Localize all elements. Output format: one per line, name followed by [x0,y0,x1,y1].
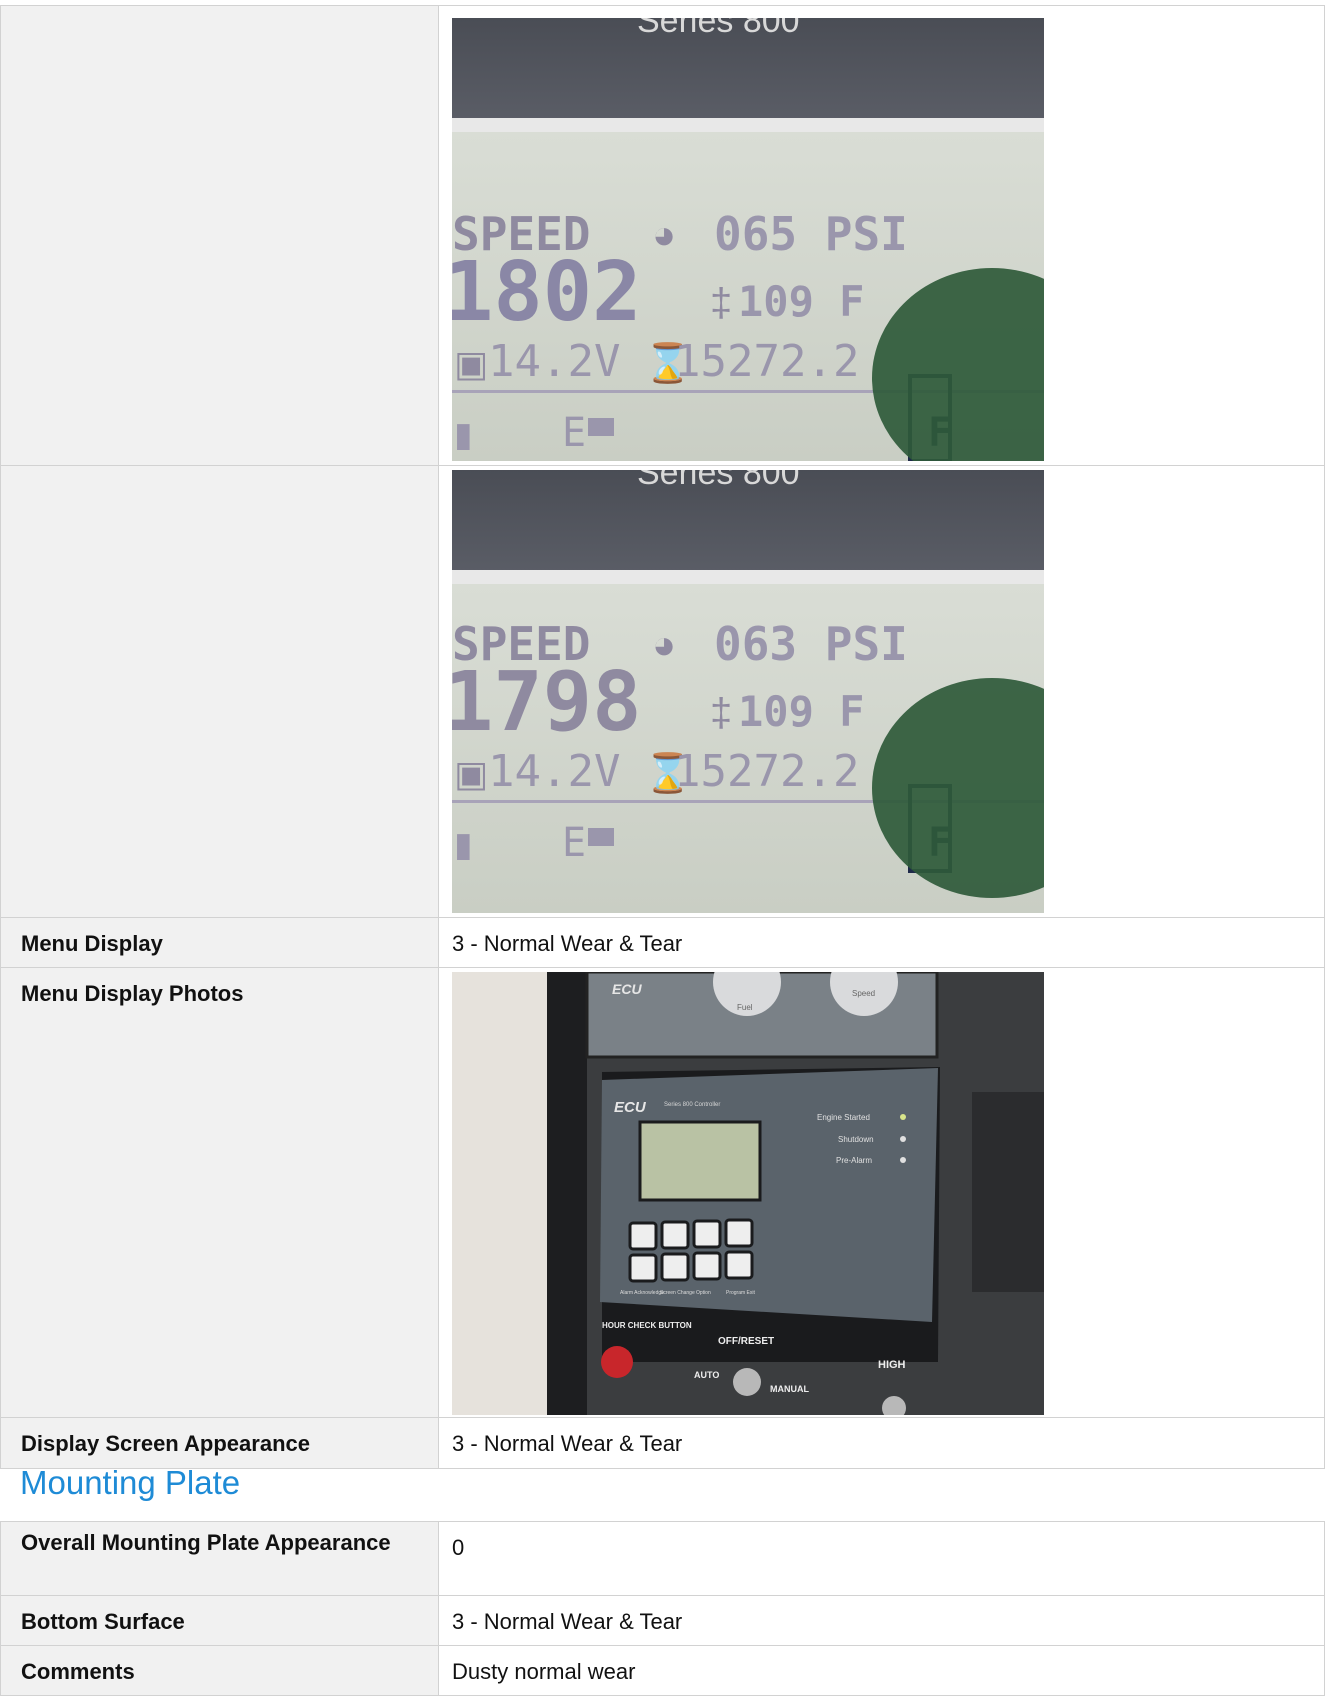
table-row: Overall Mounting Plate Appearance 0 [0,1521,1325,1596]
switch-auto: AUTO [694,1370,719,1380]
led-engine-started: Engine Started [817,1113,870,1122]
gauge-speed-label: Speed [852,989,875,998]
oil-can-icon: ◕ [652,213,676,257]
lcd-temperature: 109 F [738,277,864,326]
lcd-voltage: 14.2V [488,336,620,387]
table-row: Menu Display 3 - Normal Wear & Tear [0,917,1325,968]
controller-table: Series 800 SPEED ◕ 065 PSI 1802 ‡ 109 F … [0,5,1325,1469]
display-screen-appearance-value: 3 - Normal Wear & Tear [452,1431,683,1456]
lcd-speed-value: 1798 [452,655,641,750]
row-value-cell: 0 [438,1521,1325,1596]
panel-subtitle: Series 800 Controller [664,1102,720,1108]
lcd-oil-pressure: 065 PSI [714,207,908,261]
table-row: Menu Display Photos ECU Fuel Speed ECU S… [0,967,1325,1418]
mounting-appearance-value: 0 [452,1535,465,1560]
row-value-cell: Dusty normal wear [438,1645,1325,1696]
led-pre-alarm: Pre-Alarm [836,1156,872,1165]
btn-label-screen: Screen Change [660,1290,695,1296]
controller-panel-photo[interactable]: ECU Fuel Speed ECU Series 800 Controller… [452,972,1044,1415]
battery-icon: ▣ [454,753,488,794]
switch-off-reset: OFF/RESET [718,1336,774,1347]
row-label-cell: Display Screen Appearance [0,1417,439,1469]
high-label: HIGH [878,1359,906,1371]
lcd-oil-pressure: 063 PSI [714,617,908,671]
row-label-cell [0,5,439,466]
row-label-cell: Menu Display [0,917,439,968]
mode-toggle-switch [733,1368,761,1396]
row-label-cell: Menu Display Photos [0,967,439,1418]
switch-manual: MANUAL [770,1384,809,1394]
row-label-cell: Comments [0,1645,439,1696]
row-value-cell: Series 800 SPEED ◕ 063 PSI 1798 ‡ 109 F … [438,465,1325,918]
row-value-cell: 3 - Normal Wear & Tear [438,1595,1325,1646]
lcd-fuel-e: E [562,410,586,456]
comments-label: Comments [21,1659,135,1684]
fuel-pump-icon: ▮ [454,826,473,864]
row-value-cell: ECU Fuel Speed ECU Series 800 Controller… [438,967,1325,1418]
led-shutdown: Shutdown [838,1135,874,1144]
lcd-photo-2[interactable]: Series 800 SPEED ◕ 063 PSI 1798 ‡ 109 F … [452,470,1044,913]
btn-label-option: Option [696,1290,711,1296]
table-row: Bottom Surface 3 - Normal Wear & Tear [0,1595,1325,1646]
gauge-brand: ECU [612,981,642,997]
hour-check-label: HOUR CHECK BUTTON [602,1321,692,1330]
lcd-hours: 15272.2 [674,336,859,387]
menu-display-label: Menu Display [21,931,163,956]
section-title-mounting-plate: Mounting Plate [20,1464,241,1501]
lcd-temperature: 109 F [738,687,864,736]
row-label-cell: Overall Mounting Plate Appearance [0,1521,439,1596]
mounting-plate-table: Overall Mounting Plate Appearance 0 Bott… [0,1521,1325,1696]
mounting-appearance-label: Overall Mounting Plate Appearance [21,1530,391,1555]
table-row: Series 800 SPEED ◕ 063 PSI 1798 ‡ 109 F … [0,465,1325,918]
row-value-cell: 3 - Normal Wear & Tear [438,1417,1325,1469]
menu-display-photos-label: Menu Display Photos [21,981,244,1006]
row-label [21,466,422,480]
btn-label-alarm: Alarm Acknowledge [620,1290,664,1296]
comments-value: Dusty normal wear [452,1659,636,1684]
inspection-report-page: Series 800 SPEED ◕ 065 PSI 1802 ‡ 109 F … [0,0,1325,1696]
table-row: Comments Dusty normal wear [0,1645,1325,1696]
lcd-hours: 15272.2 [674,746,859,797]
thermometer-icon: ‡ [710,691,732,735]
bottom-surface-value: 3 - Normal Wear & Tear [452,1609,683,1634]
row-value-cell: 3 - Normal Wear & Tear [438,917,1325,968]
row-value-cell: Series 800 SPEED ◕ 065 PSI 1802 ‡ 109 F … [438,5,1325,466]
lcd-voltage: 14.2V [488,746,620,797]
fuel-pump-icon: ▮ [454,416,473,454]
row-label-cell [0,465,439,918]
oil-can-icon: ◕ [652,623,676,667]
table-row: Display Screen Appearance 3 - Normal Wea… [0,1417,1325,1469]
lcd-brand-line: Series 800 [637,18,800,40]
gauge-fuel-label: Fuel [737,1003,753,1012]
menu-display-value: 3 - Normal Wear & Tear [452,931,683,956]
panel-brand: ECU [614,1099,647,1116]
row-label [21,6,422,20]
lcd-photo-1[interactable]: Series 800 SPEED ◕ 065 PSI 1802 ‡ 109 F … [452,18,1044,461]
bottom-surface-label: Bottom Surface [21,1609,185,1634]
table-row: Series 800 SPEED ◕ 065 PSI 1802 ‡ 109 F … [0,5,1325,466]
battery-icon: ▣ [454,343,488,384]
lcd-brand-line: Series 800 [637,470,800,492]
lcd-fuel-e: E [562,820,586,866]
thermometer-icon: ‡ [710,281,732,325]
row-label-cell: Bottom Surface [0,1595,439,1646]
lcd-speed-value: 1802 [452,245,641,340]
btn-label-program: Program Exit [726,1290,756,1296]
hour-check-button [601,1346,633,1378]
display-screen-appearance-label: Display Screen Appearance [21,1431,310,1456]
